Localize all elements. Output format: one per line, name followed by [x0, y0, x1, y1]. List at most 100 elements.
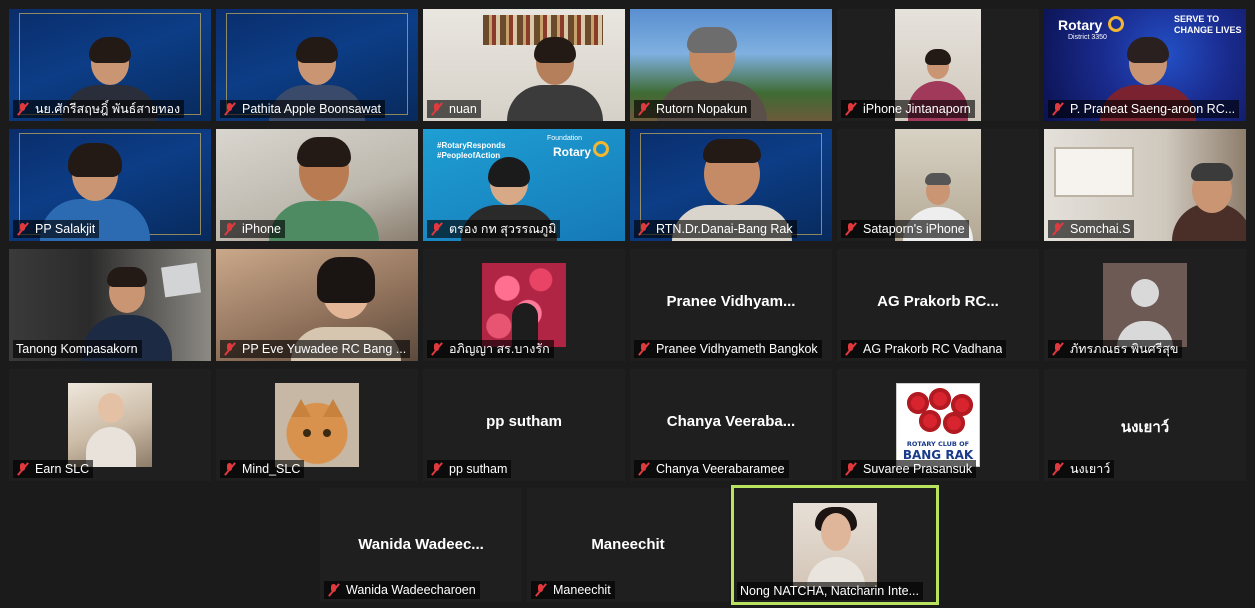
participant-display-name: pp sutham — [486, 413, 562, 430]
participant-tile[interactable]: pp sutham pp sutham — [423, 369, 625, 481]
default-avatar — [1103, 263, 1187, 347]
muted-mic-icon — [223, 342, 237, 356]
muted-mic-icon — [430, 342, 444, 356]
participant-name-label: Suvaree Prasansuk — [841, 460, 977, 478]
muted-mic-icon — [844, 102, 858, 116]
participant-tile[interactable]: AG Prakorb RC... AG Prakorb RC Vadhana — [837, 249, 1039, 361]
profile-picture — [275, 383, 359, 467]
participant-tile[interactable]: นย.ศักรีสฤษฎิ์ พันธ์สายทอง — [9, 9, 211, 121]
muted-mic-icon — [430, 462, 444, 476]
muted-mic-icon — [1051, 342, 1065, 356]
participant-tile[interactable]: Sataporn's iPhone — [837, 129, 1039, 241]
participant-tile[interactable]: นงเยาว์ นงเยาว์ — [1044, 369, 1246, 481]
participant-tile[interactable]: Pranee Vidhyam... Pranee Vidhyameth Bang… — [630, 249, 832, 361]
participant-name-label: Pranee Vidhyameth Bangkok — [634, 340, 822, 358]
participant-display-name: AG Prakorb RC... — [877, 293, 999, 310]
participant-tile[interactable]: ภัทรภณธร พินศรีสุข — [1044, 249, 1246, 361]
participant-name-label: ตรอง กท สุวรรณภูมิ — [427, 220, 561, 238]
profile-picture — [68, 383, 152, 467]
profile-face — [98, 393, 124, 423]
participant-tile[interactable]: iPhone — [216, 129, 418, 241]
rotary-wheel-icon — [1108, 16, 1124, 32]
muted-mic-icon — [16, 462, 30, 476]
logo-text-line1: ROTARY CLUB OF — [906, 440, 970, 448]
participant-tile[interactable]: Rotary District 3350 SERVE TO CHANGE LIV… — [1044, 9, 1246, 121]
avatar-head-shape — [1131, 279, 1159, 307]
participant-tile[interactable]: nuan — [423, 9, 625, 121]
participant-name-label: iPhone Jintanaporn — [841, 100, 975, 118]
participant-name-label: Pathita Apple Boonsawat — [220, 100, 385, 118]
muted-mic-icon — [844, 222, 858, 236]
participant-tile[interactable]: Mind_SLC — [216, 369, 418, 481]
participant-tile[interactable]: อภิญญา สร.บางรัก — [423, 249, 625, 361]
foundation-sub-text: Foundation — [547, 135, 583, 142]
hashtag-text-1: #RotaryResponds — [437, 141, 506, 150]
participant-name-label: ภัทรภณธร พินศรีสุข — [1048, 340, 1183, 358]
participant-name-label: อภิญญา สร.บางรัก — [427, 340, 554, 358]
rose-graphic — [919, 410, 941, 432]
muted-mic-icon — [1051, 222, 1065, 236]
muted-mic-icon — [430, 102, 444, 116]
participant-tile[interactable]: Earn SLC — [9, 369, 211, 481]
profile-body — [86, 427, 136, 467]
participant-name-label: Sataporn's iPhone — [841, 220, 969, 238]
active-speaker-tile[interactable]: Nong NATCHA, Natcharin Inte... — [731, 485, 939, 605]
participant-tile[interactable]: PP Eve Yuwadee RC Bang ... — [216, 249, 418, 361]
participant-name-label: AG Prakorb RC Vadhana — [841, 340, 1007, 358]
muted-mic-icon — [637, 462, 651, 476]
window-graphic — [1054, 147, 1134, 197]
profile-picture — [793, 503, 877, 587]
participant-person — [1172, 161, 1246, 241]
muted-mic-icon — [16, 222, 30, 236]
cat-eye-right — [323, 429, 331, 437]
participant-name-label: นย.ศักรีสฤษฎิ์ พันธ์สายทอง — [13, 100, 185, 118]
participant-tile[interactable]: #RotaryResponds #PeopleofAction Rotary F… — [423, 129, 625, 241]
rose-graphic — [929, 388, 951, 410]
rotary-wheel-icon — [593, 141, 609, 157]
participant-tile[interactable]: Pathita Apple Boonsawat — [216, 9, 418, 121]
profile-picture — [482, 263, 566, 347]
participant-name-label: Mind_SLC — [220, 460, 305, 478]
participant-name-label: นงเยาว์ — [1048, 460, 1115, 478]
muted-mic-icon — [1051, 102, 1065, 116]
participant-name-label: Tanong Kompasakorn — [13, 340, 142, 358]
participant-tile[interactable]: Somchai.S — [1044, 129, 1246, 241]
participant-tile[interactable]: RTN.Dr.Danai-Bang Rak — [630, 129, 832, 241]
participant-display-name: Wanida Wadeec... — [358, 536, 484, 553]
participant-name-label: PP Salakjit — [13, 220, 100, 238]
participant-name-label: nuan — [427, 100, 481, 118]
cat-eye-left — [303, 429, 311, 437]
participant-name-label: PP Eve Yuwadee RC Bang ... — [220, 340, 411, 358]
zoom-gallery-view: นย.ศักรีสฤษฎิ์ พันธ์สายทอง Pathita Apple… — [0, 0, 1255, 608]
participant-name-label: Maneechit — [531, 581, 615, 599]
muted-mic-icon — [844, 342, 858, 356]
rotary-brand-text: Rotary — [1058, 17, 1103, 33]
participant-display-name: นงเยาว์ — [1120, 418, 1170, 436]
muted-mic-icon — [844, 462, 858, 476]
muted-mic-icon — [223, 222, 237, 236]
participant-person — [269, 135, 379, 241]
participant-display-name: Maneechit — [591, 536, 665, 553]
participant-tile[interactable]: Tanong Kompasakorn — [9, 249, 211, 361]
participant-tile[interactable]: Chanya Veeraba... Chanya Veerabaramee — [630, 369, 832, 481]
muted-mic-icon — [637, 222, 651, 236]
participant-name-label: pp sutham — [427, 460, 512, 478]
foundation-brand-text: Rotary — [553, 145, 592, 159]
participant-name-label: RTN.Dr.Danai-Bang Rak — [634, 220, 797, 238]
participant-name-label: Wanida Wadeecharoen — [324, 581, 480, 599]
participant-tile[interactable]: Rutorn Nopakun — [630, 9, 832, 121]
muted-mic-icon — [637, 102, 651, 116]
participant-name-label: Earn SLC — [13, 460, 94, 478]
participant-tile[interactable]: PP Salakjit — [9, 129, 211, 241]
participant-name-label: iPhone — [220, 220, 285, 238]
participant-display-name: Chanya Veeraba... — [666, 413, 796, 430]
muted-mic-icon — [430, 222, 444, 236]
muted-mic-icon — [223, 462, 237, 476]
participant-display-name: Pranee Vidhyam... — [666, 293, 796, 310]
participant-tile[interactable]: Maneechit Maneechit — [527, 488, 729, 602]
muted-mic-icon — [534, 583, 548, 597]
participant-tile[interactable]: Wanida Wadeec... Wanida Wadeecharoen — [320, 488, 522, 602]
participant-tile[interactable]: iPhone Jintanaporn — [837, 9, 1039, 121]
muted-mic-icon — [327, 583, 341, 597]
participant-tile[interactable]: ROTARY CLUB OF BANG RAK Suvaree Prasansu… — [837, 369, 1039, 481]
